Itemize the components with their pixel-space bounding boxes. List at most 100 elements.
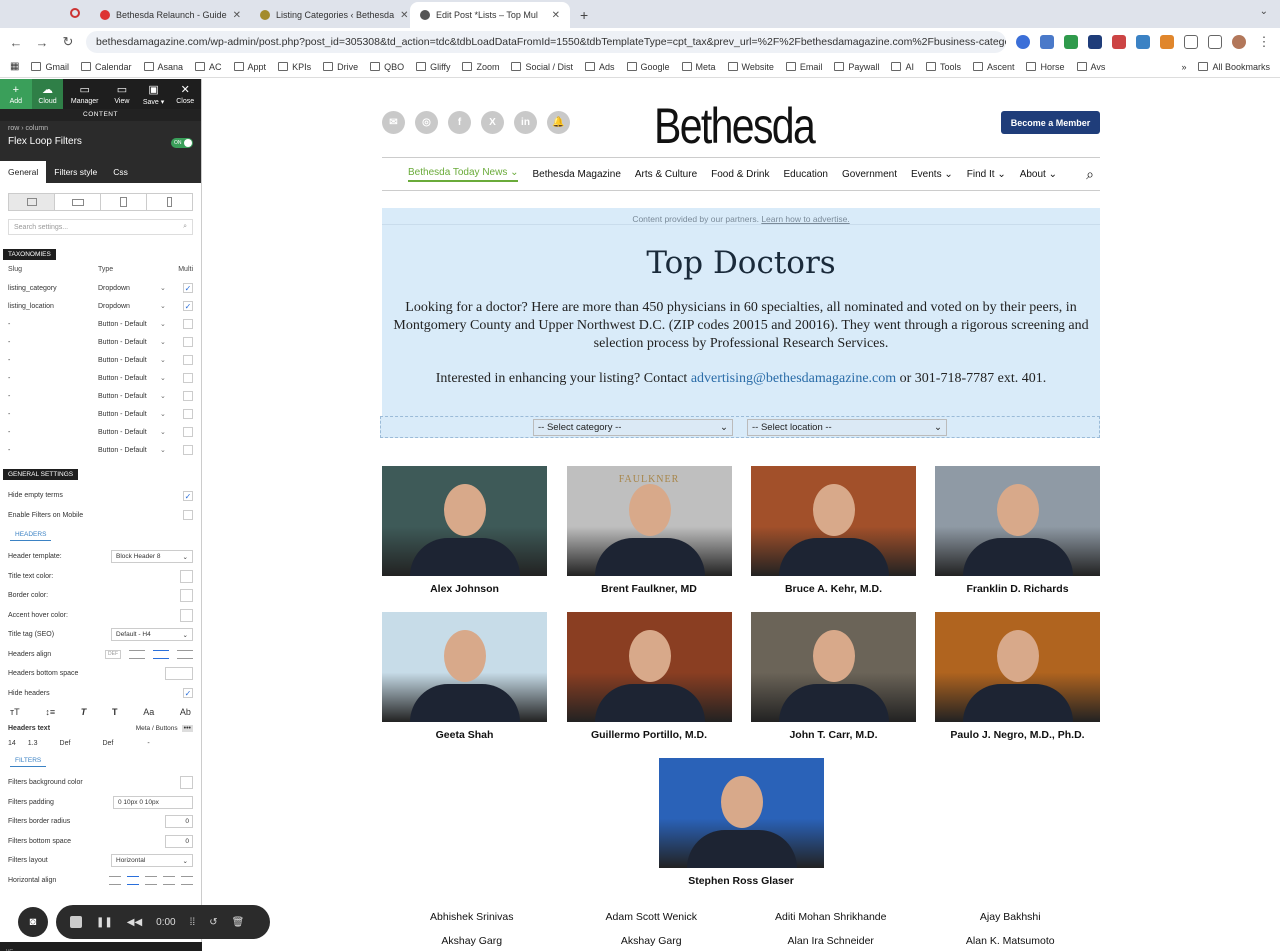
bookmark[interactable]: Appt [233,62,266,72]
browser-tab-1[interactable]: Bethesda Relaunch - Guide ✕ [90,2,250,28]
x-icon[interactable]: X [481,111,504,134]
doctor-name[interactable]: Paulo J. Negro, M.D., Ph.D. [935,729,1100,741]
doctor-card[interactable]: Stephen Ross Glaser [658,758,824,887]
tablet-portrait-icon[interactable] [101,194,147,210]
bookmark[interactable]: Drive [323,62,358,72]
bookmark[interactable]: Zoom [462,62,499,72]
doctor-name-link[interactable]: Akshay Garg [382,935,562,947]
doctor-name[interactable]: Bruce A. Kehr, M.D. [751,583,916,595]
doctor-photo[interactable] [751,466,916,576]
filters-bottom-input[interactable]: 0 [165,834,193,848]
taxonomy-slug[interactable]: - [8,393,98,400]
doctor-photo[interactable]: FAULKNER [566,466,732,576]
doctor-photo[interactable] [566,612,732,722]
doctor-photo[interactable] [751,612,916,722]
bookmark-folder[interactable]: Website [727,62,774,72]
doctor-name-link[interactable]: Adam Scott Wenick [562,911,742,923]
extension-icon[interactable] [1160,35,1174,49]
doctor-card[interactable]: John T. Carr, M.D. [751,612,916,741]
close-tab-icon[interactable]: ✕ [233,10,241,21]
stop-icon[interactable] [70,916,82,928]
doctor-card[interactable]: Franklin D. Richards [935,466,1100,595]
camera-icon[interactable]: ◙ [18,907,48,937]
color-picker[interactable] [180,569,193,583]
nav-arts-culture[interactable]: Arts & Culture [635,169,697,180]
meta-buttons-dropdown[interactable]: Meta / Buttons [136,725,178,732]
pause-icon[interactable]: ❚❚ [96,917,113,928]
filters-layout-select[interactable]: Horizontal ⌄ [111,854,193,868]
taxonomy-type-select[interactable]: Button - Default [98,393,160,400]
font-style-value[interactable]: Def [60,740,71,747]
url-input[interactable]: bethesdamagazine.com/wp-admin/post.php?p… [86,31,1006,53]
doctor-card[interactable]: Alex Johnson [382,466,547,595]
taxonomy-type-select[interactable]: Dropdown [98,303,160,310]
doctor-photo[interactable] [382,466,547,576]
doctor-photo[interactable] [935,612,1100,722]
bookmark-folder[interactable]: Google [626,62,670,72]
taxonomy-type-select[interactable]: Button - Default [98,339,160,346]
bookmark[interactable]: QBO [370,62,404,72]
new-tab-icon[interactable]: + [570,7,598,28]
bookmark[interactable]: Asana [143,62,183,72]
multi-checkbox[interactable] [183,355,193,365]
bookmark[interactable]: AC [195,62,222,72]
multi-checkbox[interactable]: ✓ [183,301,193,311]
chevron-down-icon[interactable]: ⌄ [1260,6,1268,17]
view-button[interactable]: ▭ View [106,79,138,109]
tab-filters-style[interactable]: Filters style [46,161,105,183]
tab-general[interactable]: General [0,161,47,183]
taxonomy-slug[interactable]: - [8,411,98,418]
close-button[interactable]: ✕ Close [169,79,201,109]
apps-grid-icon[interactable]: ▦ [10,61,19,72]
multi-checkbox[interactable]: ✓ [183,283,193,293]
learn-advertise-link[interactable]: Learn how to advertise. [761,214,849,224]
menu-icon[interactable]: ⋮ [1256,34,1272,50]
settings-search-input[interactable]: Search settings... ⌕ [8,219,193,235]
cloud-button[interactable]: ☁ Cloud [31,79,64,109]
line-height-value[interactable]: 1.3 [28,740,38,747]
browser-tab-3[interactable]: Edit Post *Lists – Top Mul ✕ [410,2,570,28]
more-bookmarks-button[interactable]: » [1181,62,1186,72]
facebook-icon[interactable]: f [448,111,471,134]
taxonomy-slug[interactable]: listing_location [8,303,98,310]
taxonomy-type-select[interactable]: Button - Default [98,447,160,454]
italic-icon[interactable]: T [81,707,87,717]
multi-checkbox[interactable] [183,445,193,455]
bookmark-folder[interactable]: Horse [1026,62,1065,72]
taxonomy-type-select[interactable]: Button - Default [98,429,160,436]
color-picker[interactable] [180,776,193,790]
extension-icon[interactable] [1136,35,1150,49]
taxonomy-type-select[interactable]: Button - Default [98,375,160,382]
reload-icon[interactable]: ↻ [60,34,76,50]
bookmark[interactable]: Gmail [31,62,69,72]
category-select[interactable]: -- Select category -- ⌄ [533,419,733,436]
hide-headers-checkbox[interactable]: ✓ [183,688,193,699]
letter-spacing-icon[interactable]: Ab [180,707,191,717]
taxonomy-slug[interactable]: - [8,429,98,436]
extension-icon[interactable] [1016,35,1030,49]
multi-checkbox[interactable] [183,319,193,329]
color-picker[interactable] [180,589,193,603]
bookmark-folder[interactable]: AI [891,62,914,72]
transform-value[interactable]: - [147,740,149,747]
nav-government[interactable]: Government [842,169,897,180]
bookmark-folder[interactable]: Social / Dist [511,62,573,72]
linkedin-icon[interactable]: in [514,111,537,134]
become-member-button[interactable]: Become a Member [1001,111,1100,134]
trash-icon[interactable]: 🗑 [232,917,245,928]
bookmark[interactable]: Calendar [80,62,132,72]
taxonomy-slug[interactable]: - [8,357,98,364]
tablet-landscape-icon[interactable] [55,194,101,210]
restart-icon[interactable]: ↺ [209,917,217,928]
desktop-icon[interactable] [9,194,55,210]
line-height-icon[interactable]: ↕≡ [45,707,55,717]
bookmark[interactable]: Gliffy [416,62,450,72]
hide-empty-checkbox[interactable]: ✓ [183,490,193,501]
bookmark[interactable]: KPIs [278,62,311,72]
doctor-name-link[interactable]: Ajay Bakhshi [921,911,1101,923]
back-icon[interactable]: ← [8,35,24,50]
doctor-name[interactable]: Stephen Ross Glaser [659,875,824,887]
multi-checkbox[interactable] [183,337,193,347]
bold-icon[interactable]: T [112,707,118,717]
filters-padding-input[interactable]: 0 10px 0 10px [113,795,193,809]
